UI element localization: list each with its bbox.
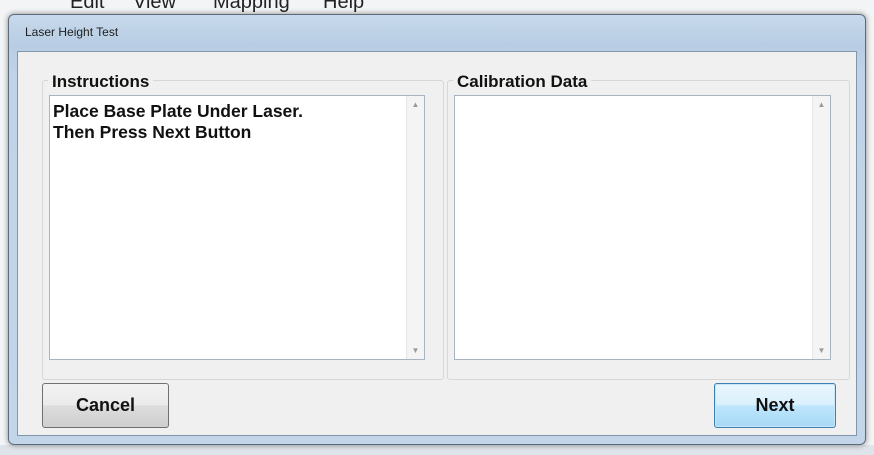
instructions-group: Instructions Place Base Plate Under Lase… (42, 72, 444, 380)
calibration-data-textbox[interactable]: ▲ ▼ (454, 95, 831, 360)
instructions-line-2: Then Press Next Button (53, 122, 252, 142)
dialog-client-area: Instructions Place Base Plate Under Lase… (17, 51, 857, 436)
scroll-down-arrow-icon[interactable]: ▼ (407, 342, 424, 359)
calibration-data-label: Calibration Data (453, 72, 592, 92)
instructions-text: Place Base Plate Under Laser. Then Press… (53, 101, 403, 143)
instructions-label: Instructions (48, 72, 154, 92)
background-menu-mapping: Mapping (213, 0, 290, 13)
calibration-scrollbar[interactable]: ▲ ▼ (812, 96, 830, 359)
scroll-up-arrow-icon[interactable]: ▲ (813, 96, 830, 113)
background-menu-help: Help (323, 0, 365, 13)
background-menu-bar: Edit View Mapping Help (0, 0, 874, 14)
instructions-scrollbar[interactable]: ▲ ▼ (406, 96, 424, 359)
calibration-data-group: Calibration Data ▲ ▼ (447, 72, 850, 380)
instructions-line-1: Place Base Plate Under Laser. (53, 101, 303, 121)
cancel-button[interactable]: Cancel (42, 383, 169, 428)
next-button[interactable]: Next (714, 383, 836, 428)
background-menu-edit: Edit (70, 0, 105, 13)
scroll-up-arrow-icon[interactable]: ▲ (407, 96, 424, 113)
instructions-textbox[interactable]: Place Base Plate Under Laser. Then Press… (49, 95, 425, 360)
dialog-title: Laser Height Test (25, 25, 119, 39)
laser-height-test-dialog: Laser Height Test Instructions Place Bas… (8, 14, 866, 445)
background-status-strip (0, 445, 874, 455)
background-menu-view: View (133, 0, 176, 13)
scroll-down-arrow-icon[interactable]: ▼ (813, 342, 830, 359)
